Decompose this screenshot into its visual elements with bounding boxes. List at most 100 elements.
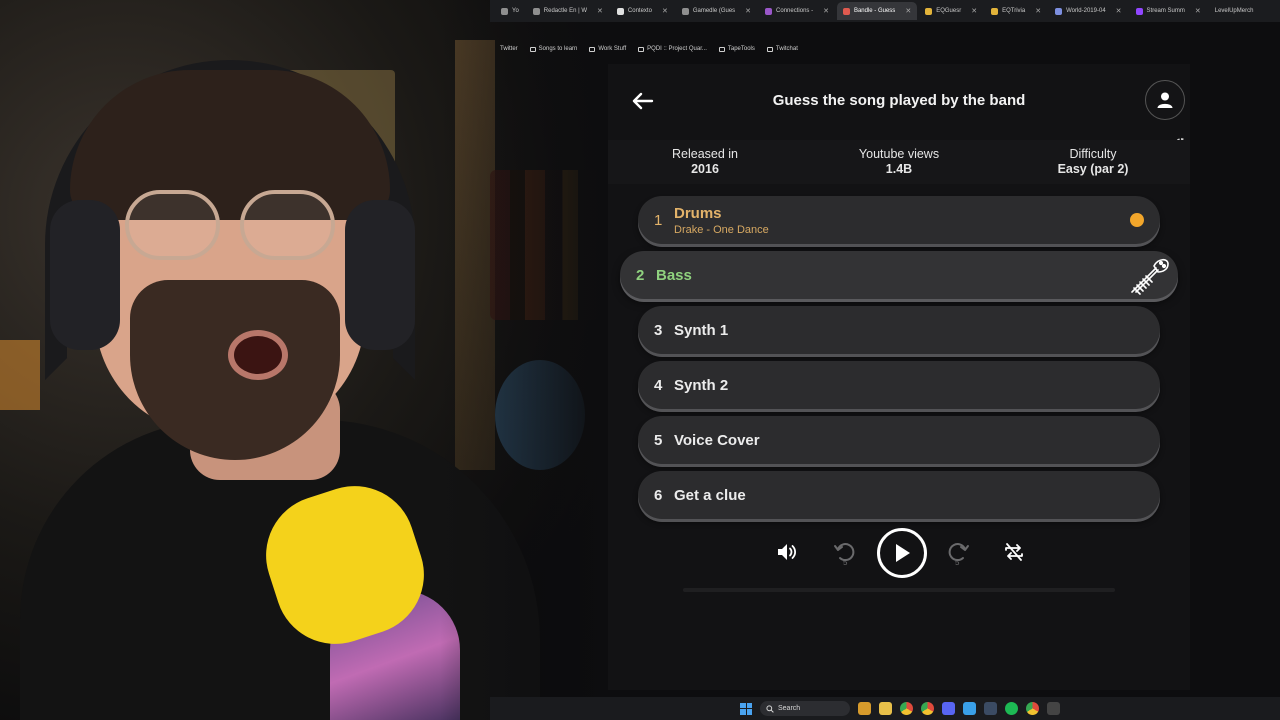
row-number: 6: [654, 486, 663, 504]
tab[interactable]: Redactle En | W ✕: [527, 2, 609, 20]
stat-difficulty: Difficulty Easy (par 2): [996, 140, 1190, 184]
bookmark-favicon-icon: [638, 46, 645, 52]
row-number: 5: [654, 431, 663, 449]
tab[interactable]: Yo: [495, 2, 525, 20]
tab[interactable]: EQTrivia ✕: [985, 2, 1047, 20]
row-label: Voice Cover: [674, 431, 760, 449]
tab-favicon-icon: [1055, 7, 1063, 15]
close-icon[interactable]: ✕: [905, 7, 911, 15]
tab-favicon-icon: [925, 7, 933, 15]
streamer-mouth: [228, 330, 288, 380]
song-stats: Released in 2016 Youtube views 1.4B Diff…: [608, 140, 1190, 184]
files-icon[interactable]: [858, 702, 871, 715]
instrument-row-synth-1[interactable]: 3 Synth 1: [638, 306, 1160, 354]
search-icon: [766, 704, 774, 713]
profile-button[interactable]: [1145, 80, 1185, 120]
bookmark-label: Songs to learn: [538, 46, 578, 52]
stat-label: Youtube views: [858, 147, 940, 161]
bookmark[interactable]: Songs to learn: [529, 46, 578, 52]
tab-label: Gamedle (Gues: [692, 8, 736, 14]
folder-icon[interactable]: [879, 702, 892, 715]
bookmark-label: TapeTools: [727, 46, 755, 52]
tab[interactable]: Gamedle (Gues ✕: [676, 2, 757, 20]
bookmarks-bar: Twitter Songs to learn Work Stuff PQDI :…: [490, 40, 1280, 58]
get-clue-row[interactable]: 6 Get a clue: [638, 471, 1160, 519]
search-label: Search: [778, 705, 801, 712]
tab[interactable]: Contexto ✕: [611, 2, 674, 20]
discord-icon[interactable]: [942, 702, 955, 715]
volume-button[interactable]: [775, 540, 799, 564]
chrome-alt-icon[interactable]: [921, 702, 934, 715]
network-icon[interactable]: [963, 702, 976, 715]
folder-icon: [529, 46, 536, 52]
close-icon[interactable]: ✕: [1116, 7, 1122, 15]
close-icon[interactable]: ✕: [662, 7, 668, 15]
instrument-row-synth-2[interactable]: 4 Synth 2: [638, 361, 1160, 409]
tab-label: EQTrivia: [1002, 8, 1026, 14]
tab-favicon-icon: [991, 7, 999, 15]
taskbar-search[interactable]: Search: [760, 701, 850, 716]
instrument-row-drums[interactable]: 1 Drums Drake - One Dance: [638, 196, 1160, 244]
close-icon[interactable]: ✕: [1195, 7, 1201, 15]
close-icon[interactable]: ✕: [1035, 7, 1041, 15]
guess-result: Drake - One Dance: [674, 223, 769, 236]
close-icon[interactable]: ✕: [597, 7, 603, 15]
stat-label: Released in: [671, 147, 738, 161]
tab[interactable]: World-2019-04 ✕: [1049, 2, 1127, 20]
tab[interactable]: EQGuesr ✕: [919, 2, 983, 20]
rewind-icon: 5: [834, 543, 855, 567]
bookmark-label: Work Stuff: [598, 46, 627, 52]
row-number: 3: [654, 321, 663, 339]
spotify-icon[interactable]: [1005, 702, 1018, 715]
taskbar: Search: [490, 697, 1280, 720]
stream-icon[interactable]: [1047, 702, 1060, 715]
row-label: Synth 2: [674, 376, 729, 394]
tab-bar: Yo Redactle En | W ✕ Contexto ✕ Gamedle (G…: [490, 0, 1280, 22]
steam-icon[interactable]: [984, 702, 997, 715]
chrome-dev-icon[interactable]: [1026, 702, 1039, 715]
glasses: [125, 190, 340, 265]
instrument-row-voice-cover[interactable]: 5 Voice Cover: [638, 416, 1160, 464]
status-dot-icon: [1130, 213, 1144, 227]
tab-label: EQGuesr: [936, 8, 962, 14]
page-title: Guess the song played by the band: [772, 92, 1026, 109]
tab-favicon-icon: [1135, 7, 1143, 15]
stat-views: Youtube views 1.4B: [802, 140, 996, 184]
bookmark[interactable]: Twitchat: [766, 46, 798, 52]
repeat-button[interactable]: [1002, 540, 1026, 564]
tab[interactable]: Connections - ✕: [759, 2, 835, 20]
tab[interactable]: Stream Summ ✕: [1130, 2, 1207, 20]
tab-label: World-2019-04: [1066, 8, 1106, 14]
bookmark[interactable]: TapeTools: [718, 46, 755, 52]
repeat-off-icon: [1005, 543, 1023, 561]
volume-icon: [778, 544, 797, 560]
play-button[interactable]: [877, 528, 927, 578]
rewind-seconds: 5: [843, 558, 848, 566]
headphone-earcup-left: [50, 200, 120, 350]
stat-label: Difficulty: [1069, 147, 1117, 161]
windows-start-icon[interactable]: [740, 702, 752, 715]
stat-released: Released in 2016: [608, 140, 802, 184]
instrument-row-bass[interactable]: 2 Bass: [620, 251, 1178, 299]
row-label: Get a clue: [674, 486, 746, 504]
close-icon[interactable]: ✕: [823, 7, 829, 15]
close-icon[interactable]: ✕: [745, 7, 751, 15]
stat-value: Easy (par 2): [1057, 162, 1129, 176]
folder-icon: [589, 46, 596, 52]
play-icon: [896, 544, 910, 562]
forward-seconds: 5: [955, 558, 960, 566]
bookmark[interactable]: Work Stuff: [589, 46, 626, 52]
chrome-icon[interactable]: [900, 702, 913, 715]
tab-active[interactable]: Bandle - Guess ✕: [836, 2, 918, 20]
tab-favicon-icon: [765, 7, 773, 15]
bookmark[interactable]: Twitter: [500, 46, 518, 52]
rewind-button[interactable]: 5: [832, 540, 856, 567]
row-label: Drums: [674, 204, 722, 222]
forward-button[interactable]: 5: [947, 540, 971, 567]
progress-bar[interactable]: [683, 588, 1115, 592]
bookmark[interactable]: PQDI :: Project Quar...: [638, 46, 707, 52]
bookmark-favicon-icon: [718, 46, 725, 52]
tab[interactable]: LevelUpMerch: [1209, 2, 1260, 20]
tab-favicon-icon: [681, 7, 689, 15]
close-icon[interactable]: ✕: [971, 7, 977, 15]
